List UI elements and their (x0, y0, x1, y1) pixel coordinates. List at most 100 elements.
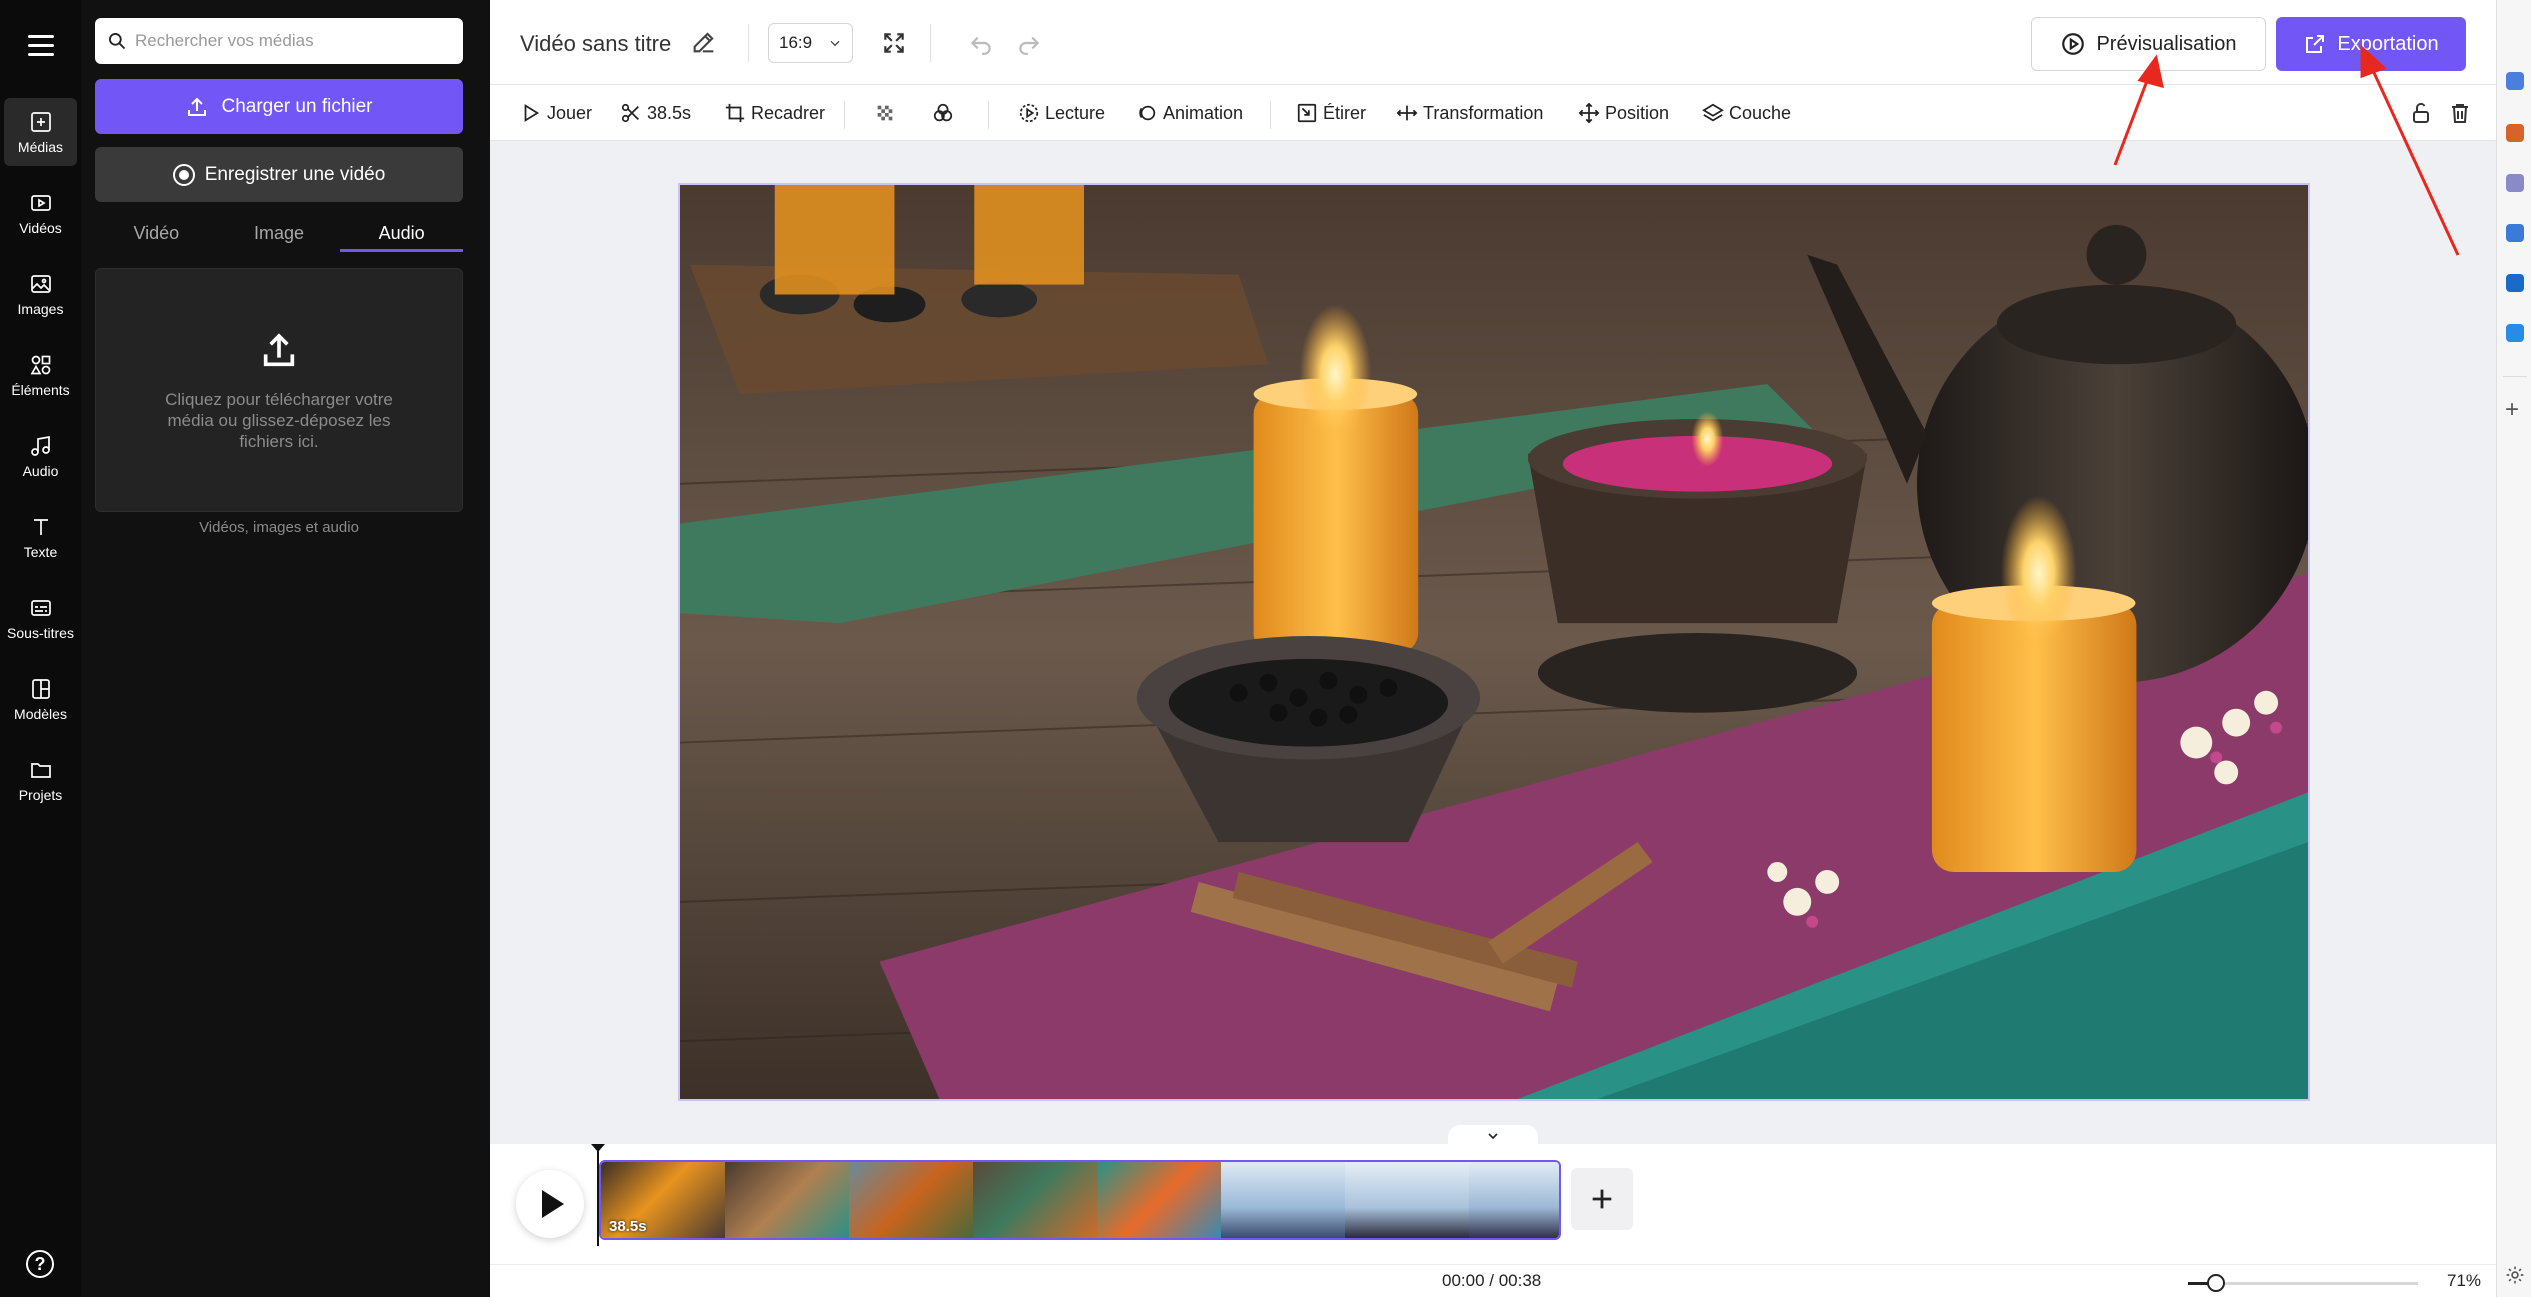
sidebar-item-label: Vidéos (19, 219, 62, 236)
collapse-timeline-button[interactable] (1448, 1125, 1538, 1147)
delete-button[interactable] (2443, 96, 2477, 130)
sidebar-item-label: Sous-titres (7, 624, 74, 641)
tab-image[interactable]: Image (218, 218, 341, 252)
sidebar-item-audio[interactable]: Audio (4, 422, 77, 490)
status-bar: 00:00 / 00:38 71% (490, 1264, 2496, 1297)
crop-button[interactable]: Recadrer (724, 97, 825, 129)
elements-icon (30, 355, 50, 374)
video-clip[interactable]: 38.5s (599, 1160, 1561, 1240)
trash-icon (2452, 104, 2468, 123)
send-icon[interactable] (2506, 324, 2524, 342)
expand-icon (884, 33, 904, 53)
clip-thumbnail (725, 1162, 849, 1238)
undo-button[interactable] (964, 26, 998, 60)
divider (2503, 376, 2527, 377)
copilot-icon[interactable] (2506, 224, 2524, 242)
music-note-icon (30, 435, 50, 456)
fullscreen-button[interactable] (877, 26, 911, 60)
sidebar-item-images[interactable]: Images (4, 260, 77, 328)
timeline-play-button[interactable] (516, 1170, 584, 1238)
upload-file-button[interactable]: Charger un fichier (95, 79, 463, 134)
opacity-button[interactable] (874, 97, 901, 129)
divider (1270, 101, 1271, 129)
zoom-slider-knob[interactable] (2206, 1274, 2225, 1292)
upload-dropzone[interactable]: Cliquez pour télécharger votre média ou … (95, 268, 463, 512)
clip-thumbnail (849, 1162, 973, 1238)
gear-icon (2506, 1266, 2524, 1284)
divider (748, 24, 749, 62)
preview-button[interactable]: Prévisualisation (2031, 17, 2266, 71)
tab-video[interactable]: Vidéo (95, 218, 218, 252)
chevron-down-icon (1488, 1133, 1498, 1140)
position-label: Position (1605, 102, 1670, 123)
help-icon[interactable]: ? (26, 1250, 54, 1278)
add-icon[interactable]: + (2505, 398, 2519, 422)
divider (844, 101, 845, 129)
layers-icon (1702, 103, 1724, 122)
settings-gear-icon[interactable] (2505, 1265, 2525, 1290)
video-preview[interactable] (678, 183, 2310, 1101)
stretch-icon (1297, 103, 1317, 123)
transform-button[interactable]: Transformation (1396, 97, 1543, 129)
search-input[interactable] (135, 31, 455, 51)
export-button[interactable]: Exportation (2276, 17, 2466, 71)
chevron-down-icon (830, 40, 840, 47)
transform-icon (1396, 105, 1418, 121)
sidebar-item-elements[interactable]: Éléments (4, 341, 77, 409)
checkerboard-icon (877, 105, 893, 121)
playback-label: Lecture (1045, 102, 1106, 123)
filters-button[interactable] (932, 97, 959, 129)
sidebar-item-label: Images (17, 300, 64, 317)
undo-icon (970, 36, 991, 55)
rename-button[interactable] (690, 28, 720, 58)
sidebar-item-text[interactable]: Texte (4, 503, 77, 571)
hamburger-menu-icon[interactable] (0, 0, 81, 90)
layer-button[interactable]: Couche (1702, 97, 1791, 129)
briefcase-icon[interactable] (2506, 124, 2524, 142)
add-clip-button[interactable] (1571, 1168, 1633, 1230)
media-tabs: Vidéo Image Audio (95, 218, 464, 252)
tab-audio[interactable]: Audio (340, 218, 464, 252)
search-box (95, 18, 463, 64)
crop-label: Recadrer (751, 102, 826, 123)
dropzone-caption: Vidéos, images et audio (199, 519, 359, 536)
subtitles-icon (30, 599, 51, 616)
icon-rail: Médias Vidéos Images Éléments Audio Text… (0, 0, 81, 1297)
project-title[interactable]: Vidéo sans titre (520, 31, 671, 57)
play-icon (542, 1190, 564, 1218)
sidebar-item-medias[interactable]: Médias (4, 98, 77, 166)
animation-button[interactable]: Animation (1136, 97, 1243, 129)
sidebar-item-subtitles[interactable]: Sous-titres (4, 584, 77, 652)
scissors-icon (621, 103, 639, 123)
redo-button[interactable] (1012, 26, 1046, 60)
record-video-button[interactable]: Enregistrer une vidéo (95, 147, 463, 202)
stretch-button[interactable]: Étirer (1296, 97, 1366, 129)
play-circle-icon (2062, 33, 2085, 55)
upload-icon (188, 97, 207, 116)
aspect-ratio-select[interactable]: 16:9 (768, 23, 853, 63)
people-icon[interactable] (2506, 174, 2524, 192)
playback-button[interactable]: Lecture (1018, 97, 1105, 129)
sidebar-item-templates[interactable]: Modèles (4, 665, 77, 733)
zoom-slider[interactable] (2188, 1274, 2418, 1292)
play-button[interactable]: Jouer (520, 97, 592, 129)
zoom-value: 71% (2447, 1271, 2482, 1290)
sidebar-item-projects[interactable]: Projets (4, 746, 77, 814)
folder-icon (30, 762, 51, 778)
plus-icon (1592, 1189, 1612, 1209)
unlock-icon (2413, 102, 2429, 123)
outlook-icon[interactable] (2506, 274, 2524, 292)
tag-icon[interactable] (2506, 72, 2524, 90)
stretch-label: Étirer (1323, 102, 1367, 123)
record-icon (172, 163, 195, 186)
lock-button[interactable] (2404, 96, 2438, 130)
position-button[interactable]: Position (1578, 97, 1669, 129)
pencil-icon (693, 32, 714, 53)
clip-thumbnail (973, 1162, 1097, 1238)
split-button[interactable]: 38.5s (620, 97, 691, 129)
animation-icon (1139, 105, 1156, 121)
duration-label: 38.5s (647, 102, 692, 123)
sidebar-item-videos[interactable]: Vidéos (4, 179, 77, 247)
layer-label: Couche (1729, 102, 1792, 123)
playhead[interactable] (591, 1144, 605, 1246)
